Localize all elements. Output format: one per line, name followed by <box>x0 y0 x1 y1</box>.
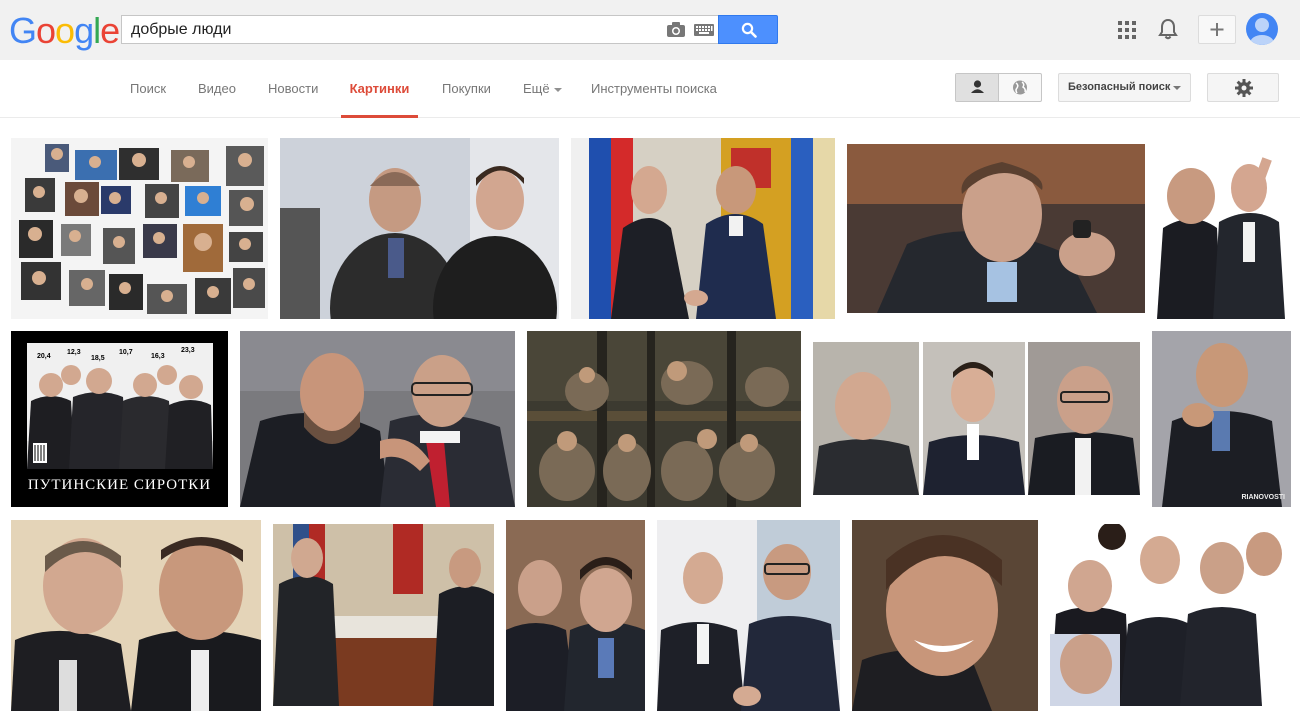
image-result[interactable]: 20,4 12,3 18,5 10,7 16,3 23,3 ПУТИНСКИЕ … <box>11 331 228 507</box>
photo-image <box>240 331 515 507</box>
tab-video[interactable]: Видео <box>198 60 236 117</box>
image-result[interactable] <box>11 520 261 711</box>
tab-news[interactable]: Новости <box>268 60 318 117</box>
photo-image <box>273 524 494 706</box>
logo-letter: g <box>74 10 94 51</box>
chevron-down-icon <box>553 87 562 92</box>
wealth-figure: 18,5 <box>91 355 105 362</box>
image-result[interactable] <box>1050 524 1291 706</box>
watermark: RIANOVOSTI <box>1241 494 1285 501</box>
search-input[interactable] <box>131 16 651 43</box>
globe-icon <box>1013 80 1027 95</box>
logo-letter: e <box>100 10 120 51</box>
image-result[interactable] <box>280 138 559 319</box>
image-result[interactable] <box>847 144 1145 313</box>
safesearch-dropdown[interactable]: Безопасный поиск <box>1058 73 1191 102</box>
photo-image <box>506 520 645 711</box>
wealth-figure: 12,3 <box>67 349 81 356</box>
wealth-figure: 23,3 <box>181 347 195 354</box>
photo-image <box>847 144 1145 313</box>
photo-image <box>657 520 840 711</box>
image-result[interactable] <box>657 520 840 711</box>
image-result[interactable] <box>240 331 515 507</box>
image-result[interactable] <box>1157 138 1291 319</box>
apps-icon[interactable] <box>1118 21 1136 39</box>
top-bar: Google <box>0 0 1300 60</box>
logo-letter: l <box>93 10 101 51</box>
results-toggle <box>955 73 1042 102</box>
world-results-toggle[interactable] <box>999 74 1041 101</box>
tab-more[interactable]: Ещё <box>523 60 562 117</box>
image-result[interactable] <box>852 520 1038 711</box>
google-logo[interactable]: Google <box>9 10 120 51</box>
wealth-figure: 16,3 <box>151 353 165 360</box>
search-box <box>121 15 718 44</box>
chevron-down-icon <box>1173 86 1181 90</box>
gear-icon <box>1235 79 1253 97</box>
image-result[interactable] <box>813 342 1140 495</box>
bell-icon[interactable] <box>1158 18 1178 40</box>
painting-image <box>527 331 801 507</box>
image-result[interactable] <box>273 524 494 706</box>
image-results-grid: 20,4 12,3 18,5 10,7 16,3 23,3 ПУТИНСКИЕ … <box>0 118 1300 720</box>
logo-letter: o <box>55 10 75 51</box>
photo-image <box>571 138 835 319</box>
photo-image <box>280 138 559 319</box>
collage-image <box>19 144 265 314</box>
person-icon <box>971 80 984 93</box>
wealth-figure: 10,7 <box>119 349 133 356</box>
tab-shopping[interactable]: Покупки <box>442 60 491 117</box>
tab-images[interactable]: Картинки <box>341 60 418 118</box>
image-caption: ПУТИНСКИЕ СИРОТКИ <box>27 477 212 493</box>
camera-icon[interactable] <box>667 22 685 37</box>
tab-search[interactable]: Поиск <box>130 60 166 117</box>
search-tools[interactable]: Инструменты поиска <box>591 60 717 117</box>
personal-results-toggle[interactable] <box>956 74 999 101</box>
image-result[interactable] <box>527 331 801 507</box>
photo-image <box>1152 331 1291 507</box>
avatar[interactable] <box>1246 13 1278 45</box>
safesearch-label: Безопасный поиск <box>1068 81 1171 93</box>
collage-image <box>1050 524 1291 706</box>
photo-image <box>11 520 261 711</box>
logo-letter: G <box>9 10 37 51</box>
settings-button[interactable] <box>1207 73 1279 102</box>
plus-button[interactable] <box>1198 15 1236 44</box>
logo-letter: o <box>36 10 56 51</box>
wealth-figure: 20,4 <box>37 353 51 360</box>
image-result[interactable] <box>11 138 268 319</box>
tab-more-label: Ещё <box>523 81 550 96</box>
nav-bar: Поиск Видео Новости Картинки Покупки Ещё… <box>0 60 1300 118</box>
photo-image <box>1157 138 1291 319</box>
photo-image <box>852 520 1038 711</box>
search-icon <box>741 22 757 38</box>
image-result[interactable]: RIANOVOSTI <box>1152 331 1291 507</box>
plus-icon <box>1210 23 1224 36</box>
photo-image <box>813 342 1140 495</box>
image-result[interactable] <box>506 520 645 711</box>
keyboard-icon[interactable] <box>694 24 714 36</box>
image-result[interactable] <box>571 138 835 319</box>
search-button[interactable] <box>718 15 778 44</box>
